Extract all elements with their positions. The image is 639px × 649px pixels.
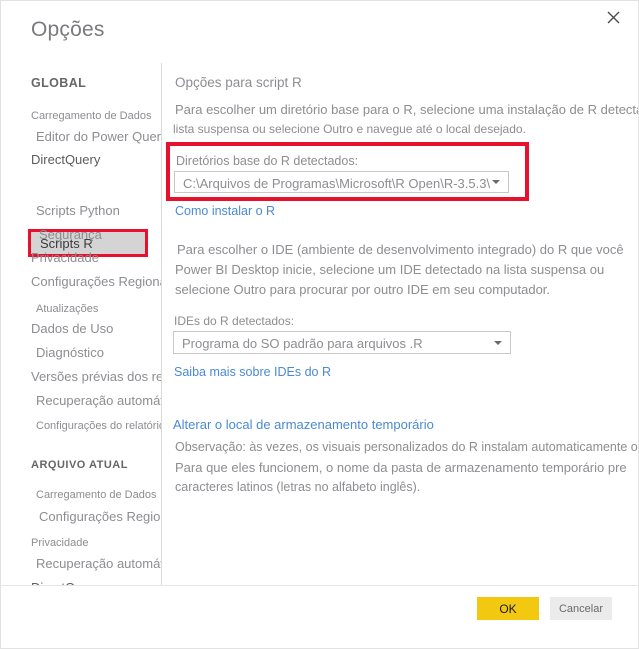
sidebar-item-editor-do-power-query[interactable]: Editor do Power Query — [36, 129, 161, 145]
sidebar-item-directquery[interactable]: DirectQuery — [31, 152, 100, 168]
options-dialog: Opções GLOBAL Carregamento de Dados Edit… — [0, 0, 639, 649]
sidebar-item-recuperacao-automatica[interactable]: Recuperação automática — [36, 393, 161, 409]
learn-more-ide-link[interactable]: Saiba mais sobre IDEs do R — [174, 365, 331, 379]
note-line-2: Para que eles funcionem, o nome da pasta… — [175, 460, 627, 475]
ide-dropdown[interactable]: Programa do SO padrão para arquivos .R — [173, 331, 511, 354]
sidebar-group-global: GLOBAL — [31, 76, 87, 90]
sidebar-item-privacidade[interactable]: Privacidade — [31, 250, 99, 266]
r-intro-line-1: Para escolher um diretório base para o R… — [175, 102, 639, 117]
options-main-panel: Opções para script R Para escolher um di… — [162, 59, 639, 585]
r-directory-value: C:\Arquivos de Programas\Microsoft\R Ope… — [183, 176, 491, 191]
ide-value: Programa do SO padrão para arquivos .R — [182, 336, 423, 351]
section-heading-r-script: Opções para script R — [175, 75, 302, 90]
ok-button[interactable]: OK — [477, 597, 539, 620]
sidebar-item-atual-configuracoes-regionais[interactable]: Configurações Regionais — [39, 509, 161, 525]
cancel-button[interactable]: Cancelar — [550, 597, 612, 620]
ide-intro-line-2: Power BI Desktop inicie, selecione um ID… — [175, 262, 605, 277]
note-line-3: caracteres latinos (letras no alfabeto i… — [175, 480, 421, 494]
change-temp-storage-link[interactable]: Alterar o local de armazenamento temporá… — [173, 417, 434, 432]
page-title: Opções — [31, 18, 105, 41]
sidebar-item-dados-de-uso[interactable]: Dados de Uso — [31, 321, 113, 337]
note-line-1: Observação: às vezes, os visuais persona… — [175, 440, 639, 454]
sidebar-item-carregamento-de-dados[interactable]: Carregamento de Dados — [31, 108, 151, 124]
sidebar-item-versoes-previas-dos-recursos[interactable]: Versões prévias dos recursos — [31, 369, 161, 385]
chevron-down-icon — [492, 180, 500, 184]
ide-intro-line-3: selecione Outro para procurar por outro … — [175, 282, 551, 297]
sidebar-item-atual-recuperacao-automatica[interactable]: Recuperação automática — [36, 556, 161, 572]
ide-label: IDEs do R detectados: — [174, 314, 295, 328]
chevron-down-icon — [494, 340, 502, 345]
sidebar-item-configuracoes-regionais[interactable]: Configurações Regionais — [31, 274, 161, 290]
how-to-install-r-link[interactable]: Como instalar o R — [175, 204, 275, 218]
options-sidebar: GLOBAL Carregamento de Dados Editor do P… — [1, 59, 161, 648]
sidebar-item-atual-carregamento-de-dados[interactable]: Carregamento de Dados — [36, 487, 156, 503]
dialog-titlebar: Opções — [1, 1, 638, 59]
sidebar-item-scripts-python[interactable]: Scripts Python — [36, 203, 120, 219]
ide-intro-line-1: Para escolher o IDE (ambiente de desenvo… — [177, 242, 624, 257]
close-icon[interactable] — [592, 1, 634, 33]
r-directory-label: Diretórios base do R detectados: — [176, 154, 359, 168]
sidebar-item-diagnostico[interactable]: Diagnóstico — [36, 345, 104, 361]
sidebar-item-atualizacoes[interactable]: Atualizações — [36, 301, 98, 317]
r-directory-dropdown[interactable]: C:\Arquivos de Programas\Microsoft\R Ope… — [174, 171, 509, 193]
sidebar-group-arquivo-atual: ARQUIVO ATUAL — [31, 459, 128, 471]
dialog-footer: OK Cancelar — [1, 585, 638, 648]
sidebar-item-atual-privacidade[interactable]: Privacidade — [31, 535, 88, 551]
sidebar-item-seguranca[interactable]: Segurança — [39, 227, 102, 243]
r-intro-line-2: lista suspensa ou selecione Outro e nave… — [173, 122, 526, 136]
sidebar-item-configuracoes-do-relatorio[interactable]: Configurações do relatório — [36, 418, 161, 434]
